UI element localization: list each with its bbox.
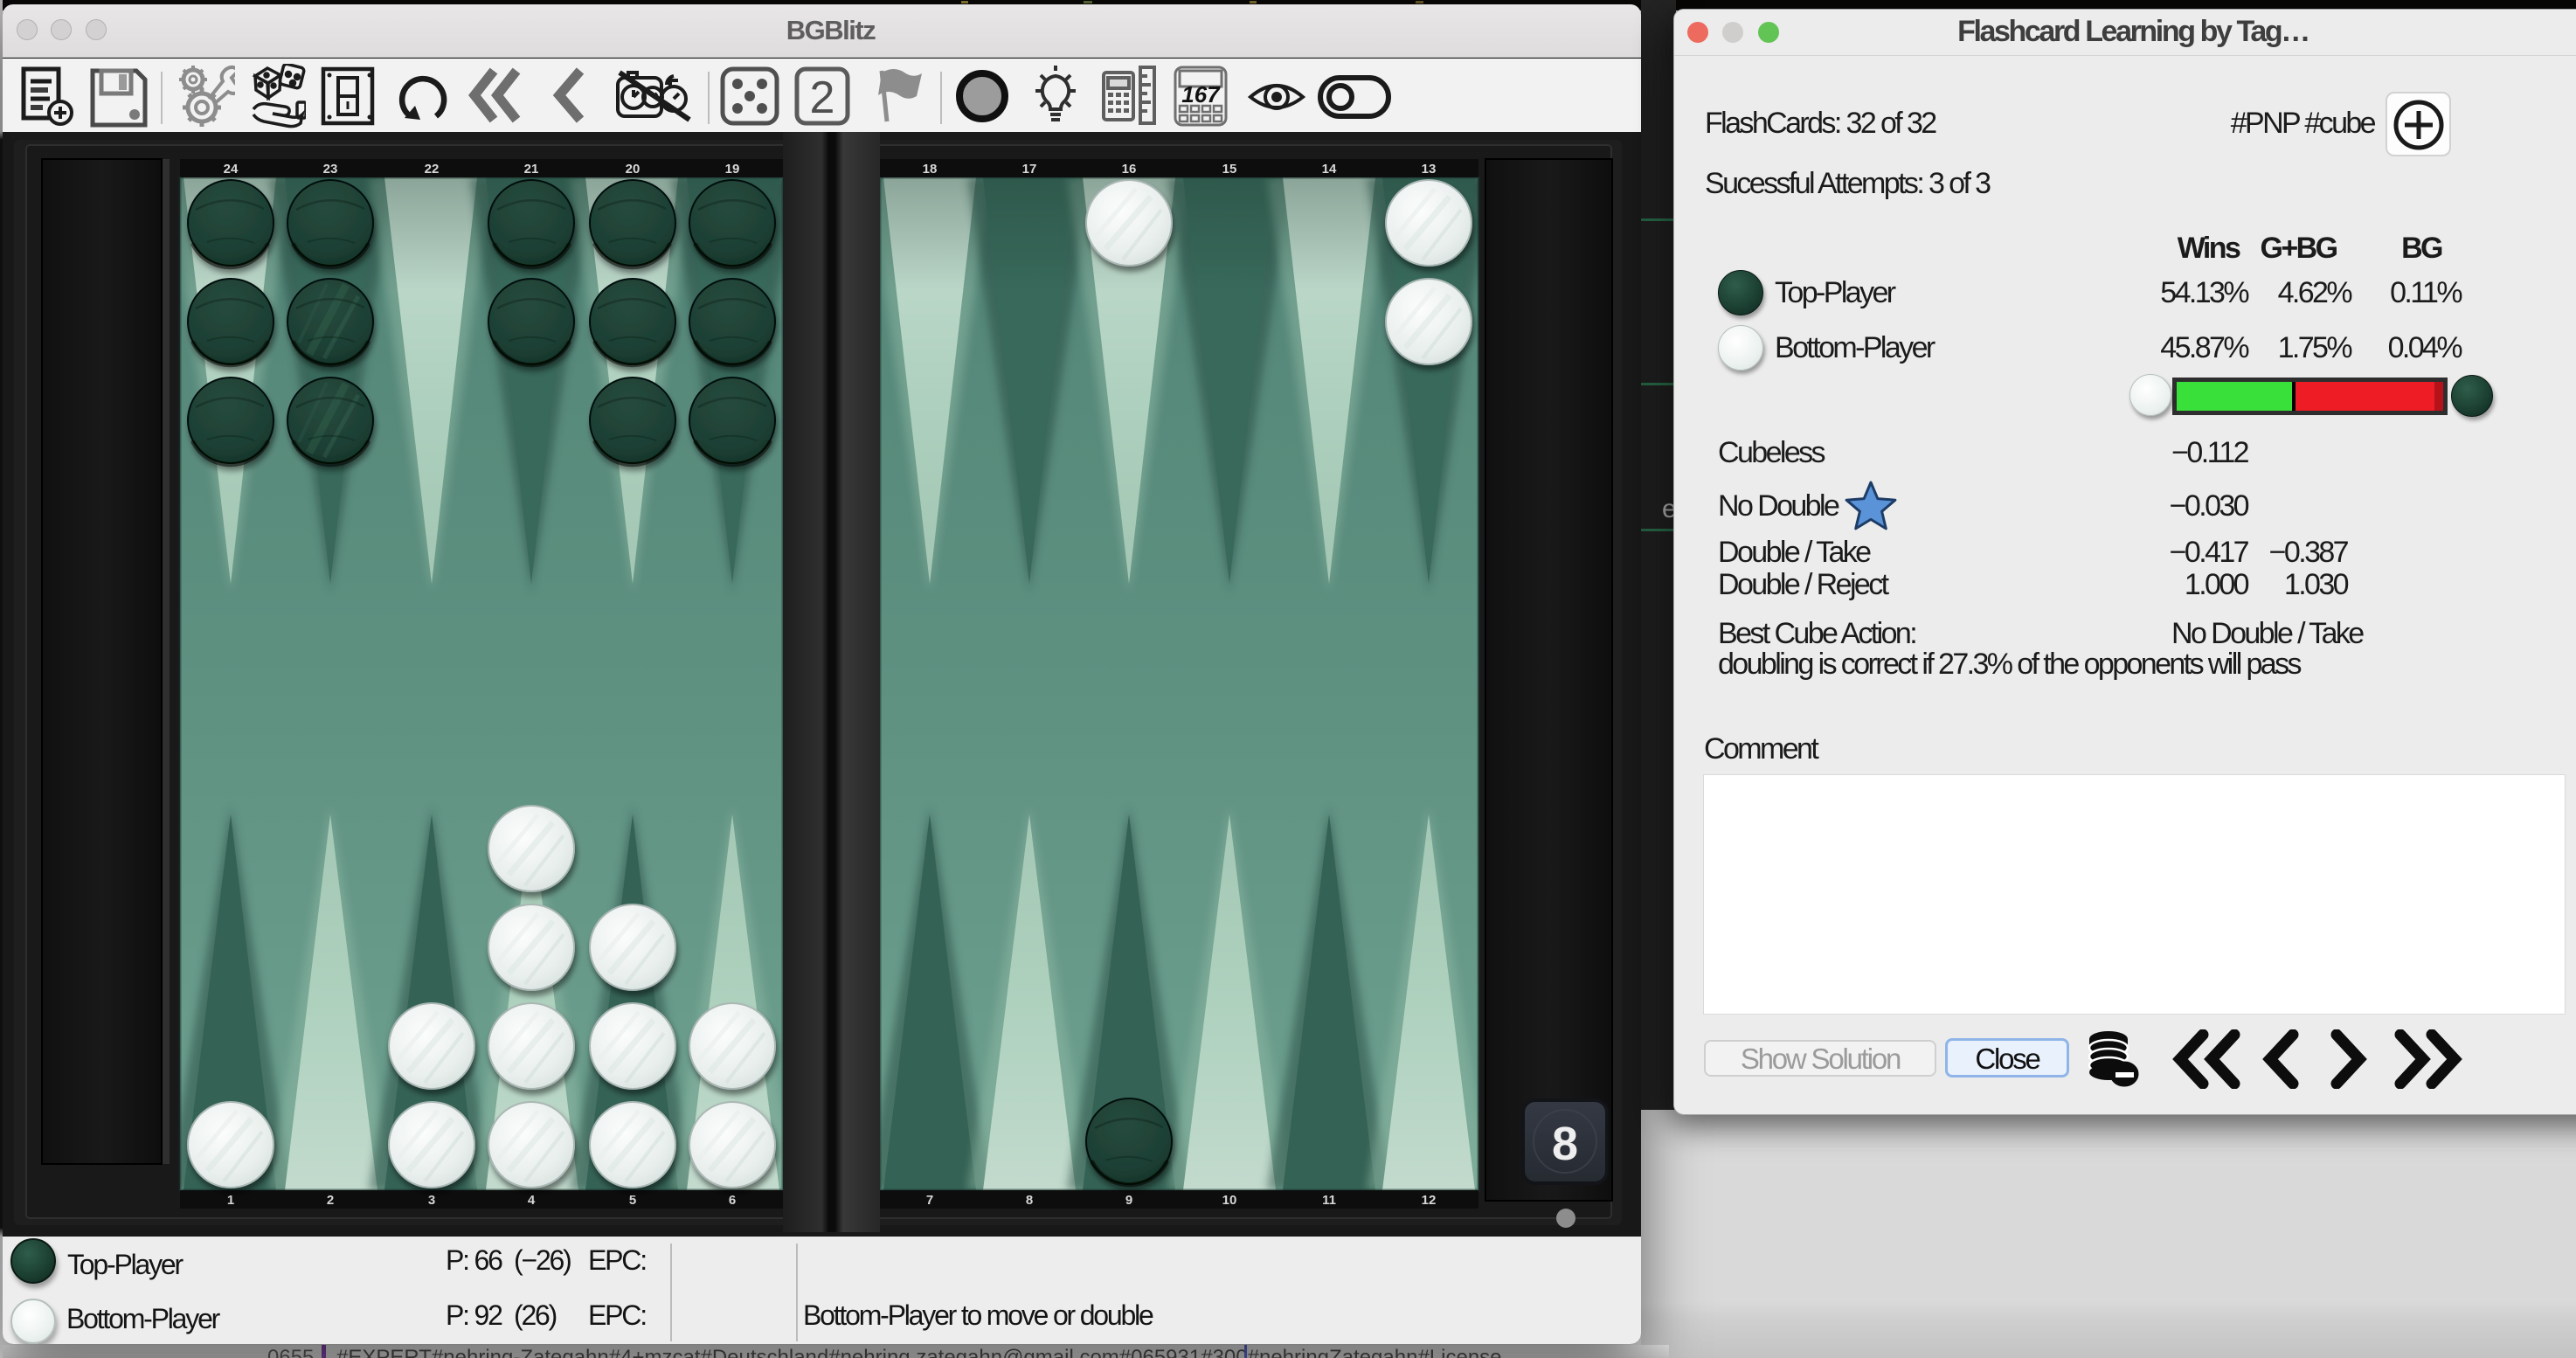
svg-text:24: 24 <box>224 162 239 177</box>
svg-text:22: 22 <box>425 162 440 177</box>
svg-text:21: 21 <box>524 162 539 177</box>
svg-text:17: 17 <box>1022 162 1037 177</box>
svg-text:5: 5 <box>629 1193 636 1208</box>
svg-text:167: 167 <box>1181 81 1221 107</box>
svg-text:7: 7 <box>926 1193 933 1208</box>
svg-text:14: 14 <box>1322 162 1337 177</box>
svg-text:16: 16 <box>1122 162 1137 177</box>
svg-text:9: 9 <box>1125 1193 1132 1208</box>
svg-text:10: 10 <box>1222 1193 1237 1208</box>
svg-text:23: 23 <box>323 162 338 177</box>
svg-text:3: 3 <box>428 1193 435 1208</box>
svg-text:8: 8 <box>1552 1118 1578 1170</box>
svg-text:13: 13 <box>1422 162 1437 177</box>
svg-text:18: 18 <box>923 162 938 177</box>
svg-text:1: 1 <box>227 1193 234 1208</box>
svg-text:8: 8 <box>1026 1193 1033 1208</box>
svg-text:19: 19 <box>725 162 740 177</box>
svg-text:20: 20 <box>626 162 641 177</box>
svg-text:6: 6 <box>729 1193 736 1208</box>
svg-text:15: 15 <box>1222 162 1237 177</box>
svg-text:4: 4 <box>528 1193 536 1208</box>
svg-text:2: 2 <box>810 73 835 123</box>
svg-text:12: 12 <box>1422 1193 1437 1208</box>
svg-text:11: 11 <box>1322 1193 1336 1208</box>
svg-text:2: 2 <box>327 1193 334 1208</box>
